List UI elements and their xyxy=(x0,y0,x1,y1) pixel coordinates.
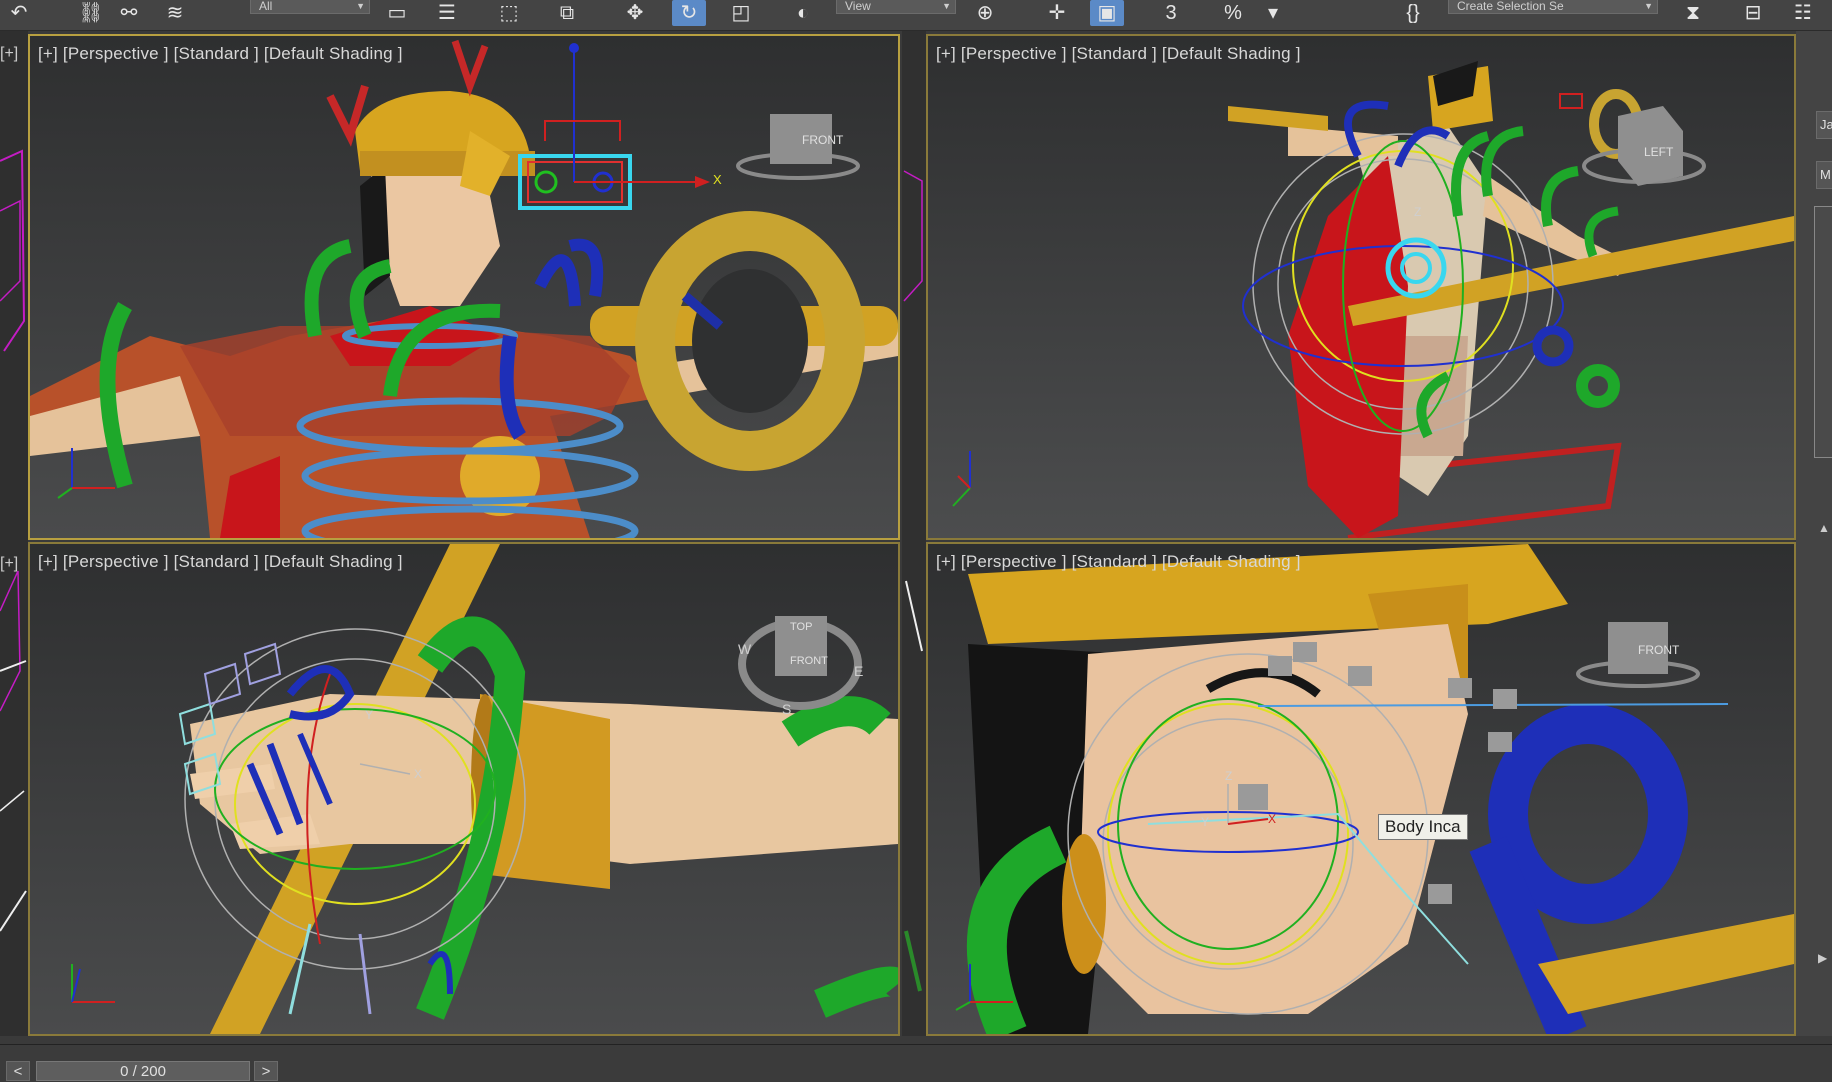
viewport-label[interactable]: [+] [Perspective ] [Standard ] [Default … xyxy=(936,552,1301,572)
select-and-manipulate-icon[interactable]: ✛ xyxy=(1040,0,1074,26)
time-slider[interactable]: 0 / 200 xyxy=(36,1061,250,1081)
viewport-label[interactable]: [+] [Perspective ] [Standard ] [Default … xyxy=(38,44,403,64)
gizmo-x-label: X xyxy=(713,172,722,187)
align-icon[interactable]: ⊟ xyxy=(1736,0,1770,26)
compass-w-label: W xyxy=(738,641,752,657)
gizmo-z-label: Z xyxy=(1225,769,1232,783)
viewport-top-left[interactable]: [+] [Perspective ] [Standard ] [Default … xyxy=(28,34,900,540)
pivot-icon[interactable]: ⊕ xyxy=(968,0,1002,26)
command-panel-edge: Ja M ▲ ▶ xyxy=(1796,31,1832,1036)
left-strip-wireframe xyxy=(0,149,27,932)
viewport-top-right[interactable]: [+] [Perspective ] [Standard ] [Default … xyxy=(926,34,1796,540)
place-icon[interactable]: ◐ xyxy=(786,0,820,26)
gizmo-z-label: Z xyxy=(1414,205,1421,219)
viewport-scene: Z Y X FRONT xyxy=(928,544,1794,1034)
prev-frame-button[interactable]: < xyxy=(6,1061,30,1081)
gizmo-y-label: Y xyxy=(1201,815,1209,829)
angle-snap-value: 3 xyxy=(1165,2,1177,24)
left-strip-label-top: [+] xyxy=(0,45,19,62)
rect-region-icon[interactable]: ⬚ xyxy=(492,0,526,26)
undo-icon[interactable]: ↶ xyxy=(2,0,36,26)
viewcube-front-label: FRONT xyxy=(802,133,844,147)
object-name-tooltip: Body Inca xyxy=(1378,814,1468,840)
compass-e-label: E xyxy=(854,663,863,679)
rotate-icon[interactable]: ↻ xyxy=(672,0,706,26)
ref-coord-value: View xyxy=(845,0,871,13)
viewcube-top-label: TOP xyxy=(790,621,812,633)
viewport-vertical-gutter[interactable] xyxy=(902,31,926,1036)
mirror-icon[interactable]: ⧗ xyxy=(1676,0,1710,26)
viewcube-left-label: LEFT xyxy=(1644,145,1674,159)
chevron-down-icon: ▼ xyxy=(942,1,951,11)
bind-spacewarp-icon[interactable]: ≋ xyxy=(158,0,192,26)
command-panel-rollout[interactable] xyxy=(1814,206,1832,458)
chevron-down-icon: ▼ xyxy=(356,1,365,11)
link-icon[interactable]: ⛓ xyxy=(74,0,108,26)
viewport-bottom-left[interactable]: [+] [Perspective ] [Standard ] [Default … xyxy=(28,542,900,1036)
selection-filter-dropdown[interactable]: All ▼ xyxy=(250,0,370,14)
gizmo-x-label: X xyxy=(1268,812,1276,826)
window-crossing-icon[interactable]: ⧉ xyxy=(550,0,584,26)
next-frame-button[interactable]: > xyxy=(254,1061,278,1081)
viewport-scene: X Y TOP FRONT W E S xyxy=(30,544,898,1034)
snap-toggle-icon[interactable]: ▣ xyxy=(1090,0,1124,26)
percent-snap-icon: % xyxy=(1224,2,1242,24)
viewcube-front-label: FRONT xyxy=(790,655,828,667)
scroll-up-icon[interactable]: ▲ xyxy=(1818,521,1830,535)
layer-icon[interactable]: ☷ xyxy=(1786,0,1820,26)
percent-snap-toggle[interactable]: % xyxy=(1216,0,1250,26)
main-toolbar: ↶ ⛓ ⚯ ≋ All ▼ ▭ ☰ ⬚ ⧉ ✥ ↻ ◰ ◐ View ▼ ⊕ ✛ ▣… xyxy=(0,0,1832,31)
gizmo-y-label: Y xyxy=(365,708,373,722)
viewport-label[interactable]: [+] [Perspective ] [Standard ] [Default … xyxy=(38,552,403,572)
scroll-right-icon[interactable]: ▶ xyxy=(1818,951,1827,965)
edit-named-sets-icon[interactable]: {} xyxy=(1396,0,1430,26)
command-panel-tab-1[interactable]: Ja xyxy=(1816,111,1832,139)
viewport-label[interactable]: [+] [Perspective ] [Standard ] [Default … xyxy=(936,44,1301,64)
viewport-scene: Z LEFT xyxy=(928,36,1794,538)
select-by-name-icon[interactable]: ☰ xyxy=(430,0,464,26)
scale-icon[interactable]: ◰ xyxy=(724,0,758,26)
move-icon[interactable]: ✥ xyxy=(618,0,652,26)
selection-filter-value: All xyxy=(259,0,273,13)
spinner-snap-icon[interactable]: ▾ xyxy=(1256,0,1290,26)
gizmo-x-label: X xyxy=(414,767,422,781)
left-strip-label-bottom: [+] xyxy=(0,555,19,572)
gutter-wireframe xyxy=(903,170,923,992)
viewcube-front-label: FRONT xyxy=(1638,643,1680,657)
viewport-scene: X FRONT xyxy=(30,36,898,538)
select-object-icon[interactable]: ▭ xyxy=(380,0,414,26)
left-viewport-strip: [+] [+] xyxy=(0,31,28,1036)
viewport-bottom-right[interactable]: [+] [Perspective ] [Standard ] [Default … xyxy=(926,542,1796,1036)
chevron-down-icon: ▼ xyxy=(1644,1,1653,11)
unlink-icon[interactable]: ⚯ xyxy=(112,0,146,26)
ref-coord-dropdown[interactable]: View ▼ xyxy=(836,0,956,14)
compass-s-label: S xyxy=(782,701,791,717)
named-selection-value: Create Selection Se xyxy=(1457,0,1564,13)
time-slider-bar: < 0 / 200 > xyxy=(0,1044,1832,1081)
command-panel-tab-2[interactable]: M xyxy=(1816,161,1832,189)
named-selection-dropdown[interactable]: Create Selection Se ▼ xyxy=(1448,0,1658,14)
angle-snap-icon[interactable]: 3 xyxy=(1154,0,1188,26)
